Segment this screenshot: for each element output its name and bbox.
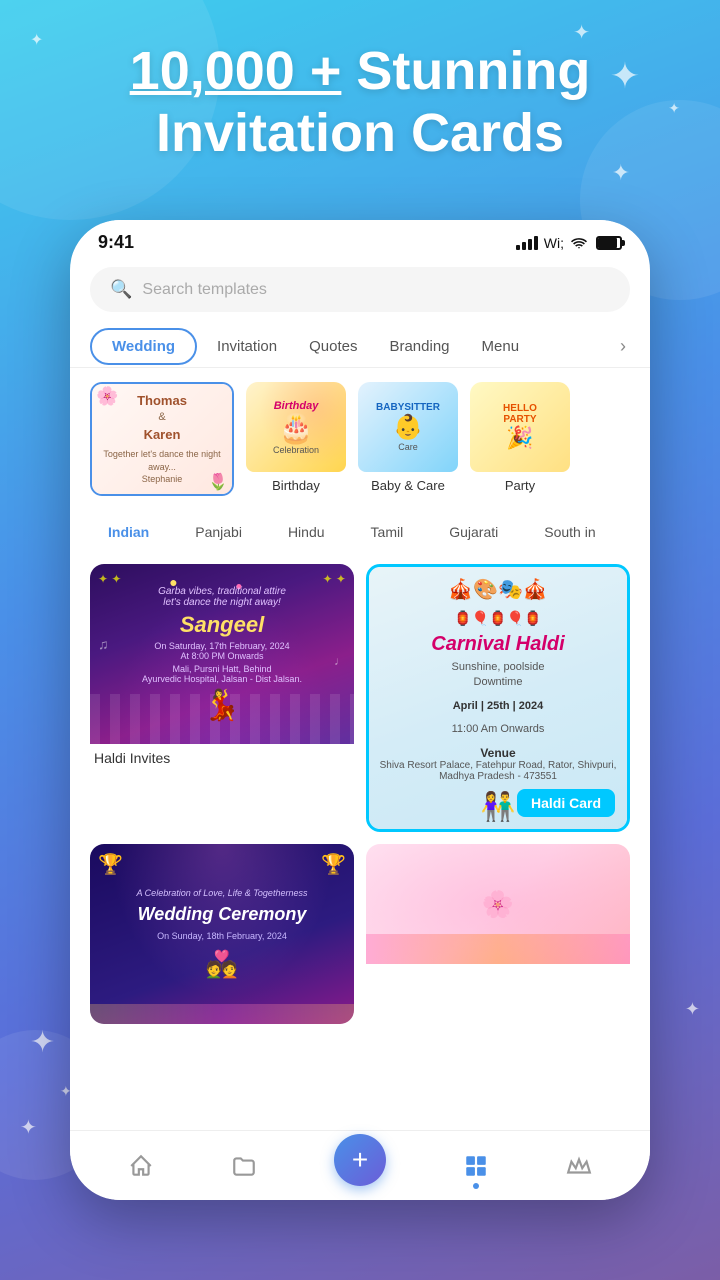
search-placeholder: Search templates bbox=[142, 281, 267, 299]
chip-panjabi[interactable]: Panjabi bbox=[177, 518, 260, 546]
template-card-party-label: Party bbox=[470, 478, 570, 493]
card-haldi-invites-label: Haldi Invites bbox=[90, 750, 354, 774]
chip-gujarati[interactable]: Gujarati bbox=[431, 518, 516, 546]
template-card-baby-label: Baby & Care bbox=[358, 478, 458, 493]
template-card-baby[interactable]: BABYSITTER 👶 Care Baby & Care bbox=[358, 382, 458, 496]
hero-title: 10,000 + Stunning Invitation Cards bbox=[0, 40, 720, 164]
card-haldi-invites[interactable]: ✦ ✦ ✦ ✦ ♫ ♩ Garba vibes, traditional att… bbox=[90, 564, 354, 832]
chip-hindu[interactable]: Hindu bbox=[270, 518, 343, 546]
category-tabs: Wedding Invitation Quotes Branding Menu … bbox=[70, 326, 650, 368]
nav-crown[interactable] bbox=[566, 1153, 592, 1179]
status-time: 9:41 bbox=[98, 232, 134, 253]
fab-button[interactable]: + bbox=[334, 1134, 386, 1186]
wifi-icon bbox=[570, 236, 588, 250]
tab-menu[interactable]: Menu bbox=[466, 328, 536, 365]
tab-quotes[interactable]: Quotes bbox=[293, 328, 373, 365]
tab-invitation[interactable]: Invitation bbox=[201, 328, 293, 365]
cards-grid: ✦ ✦ ✦ ✦ ♫ ♩ Garba vibes, traditional att… bbox=[70, 554, 650, 1104]
card-carnival-haldi[interactable]: 🎪🎨🎭🎪 🏮🎈🏮🎈🏮 Carnival Haldi Sunshine, pool… bbox=[366, 564, 630, 832]
home-icon bbox=[128, 1153, 154, 1179]
phone-mockup: 9:41 Wi; 🔍 Search templates bbox=[70, 220, 650, 1200]
nav-home[interactable] bbox=[128, 1153, 154, 1179]
haldi-card-badge: Haldi Card bbox=[517, 789, 615, 817]
folder-icon bbox=[231, 1153, 257, 1179]
template-card-birthday[interactable]: Birthday 🎂 Celebration Birthday bbox=[246, 382, 346, 496]
nav-grid[interactable] bbox=[463, 1153, 489, 1179]
tab-wedding[interactable]: Wedding bbox=[90, 328, 197, 365]
search-bar[interactable]: 🔍 Search templates bbox=[90, 267, 630, 312]
template-card-party[interactable]: HELLO PARTY 🎉 Party bbox=[470, 382, 570, 496]
tab-branding[interactable]: Branding bbox=[373, 328, 465, 365]
card-wedding-ceremony[interactable]: 🏆 🏆 A Celebration of Love, Life & Togeth… bbox=[90, 844, 354, 1024]
crown-icon bbox=[566, 1153, 592, 1179]
wifi-icon: Wi; bbox=[544, 235, 564, 251]
status-icons: Wi; bbox=[516, 235, 622, 251]
grid-icon bbox=[463, 1153, 489, 1179]
haldi-card-title: Sangeel bbox=[142, 612, 302, 638]
search-icon: 🔍 bbox=[110, 279, 132, 300]
nav-folder[interactable] bbox=[231, 1153, 257, 1179]
signal-icon bbox=[516, 236, 538, 250]
chip-southin[interactable]: South in bbox=[526, 518, 613, 546]
filter-chips: Indian Panjabi Hindu Tamil Gujarati Sout… bbox=[70, 510, 650, 554]
battery-icon bbox=[596, 236, 622, 250]
status-bar: 9:41 Wi; bbox=[70, 220, 650, 259]
chip-indian[interactable]: Indian bbox=[90, 518, 167, 546]
card-floral[interactable]: 🌸 bbox=[366, 844, 630, 1024]
chip-tamil[interactable]: Tamil bbox=[353, 518, 422, 546]
carnival-title: Carnival Haldi bbox=[431, 633, 564, 656]
template-categories-row: 🌸 Thomas & Karen Together let's dance th… bbox=[70, 368, 650, 510]
template-card-wedding[interactable]: 🌸 Thomas & Karen Together let's dance th… bbox=[90, 382, 234, 496]
tabs-arrow[interactable]: › bbox=[616, 326, 630, 367]
template-card-birthday-label: Birthday bbox=[246, 478, 346, 493]
